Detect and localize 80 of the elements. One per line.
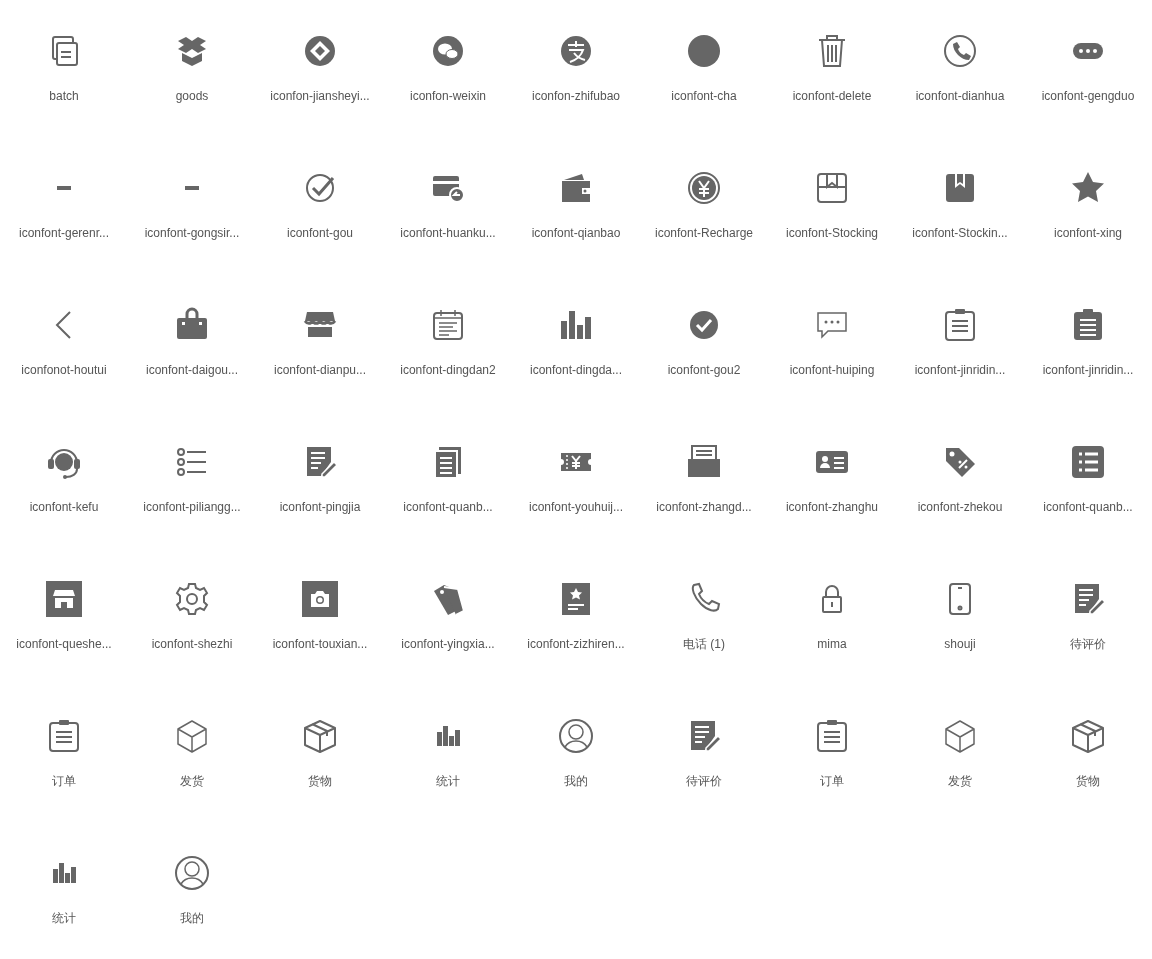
icon-label: batch <box>49 88 79 104</box>
icon-label: iconfont-zhanghu <box>785 499 879 515</box>
icon-label: iconfont-shezhi <box>151 636 233 652</box>
icon-label: 统计 <box>52 910 76 926</box>
icon-label: iconfont-jinridin... <box>1042 362 1134 378</box>
icon-label: 我的 <box>180 910 204 926</box>
icon-label: iconfont-dingdan2 <box>400 362 496 378</box>
icon-label: iconfont-yingxia... <box>401 636 495 652</box>
icon-label: mima <box>817 636 847 652</box>
clipboard-icon <box>46 718 82 754</box>
icon-label: 货物 <box>1076 773 1100 789</box>
box-icon <box>1070 718 1106 754</box>
icon-label: iconfont-gengduo <box>1041 88 1135 104</box>
circle-icon <box>686 33 722 69</box>
icon-label: 统计 <box>436 773 460 789</box>
icon-label: 待评价 <box>1070 636 1106 652</box>
list-box-icon <box>1070 444 1106 480</box>
inbox-tray-icon <box>686 444 722 480</box>
calendar-icon <box>430 307 466 343</box>
cube-icon <box>942 718 978 754</box>
icon-label: iconfont-Recharge <box>654 225 754 241</box>
chat-bubbles-icon <box>430 33 466 69</box>
icon-label: iconfont-dianpu... <box>273 362 367 378</box>
icon-label: iconfont-huanku... <box>400 225 496 241</box>
icon-label: 货物 <box>308 773 332 789</box>
icon-label: goods <box>175 88 209 104</box>
icon-label: iconfont-dianhua <box>915 88 1005 104</box>
icon-label: iconfont-pingjia <box>279 499 361 515</box>
icon-label: iconfont-piliangg... <box>143 499 241 515</box>
bookmark-box-icon <box>814 170 850 206</box>
icon-label: iconfont-zizhiren... <box>527 636 625 652</box>
clipboard-icon <box>814 718 850 754</box>
icon-label: 我的 <box>564 773 588 789</box>
icon-label: 电话 (1) <box>683 636 725 652</box>
box-icon <box>302 718 338 754</box>
shop-square-icon <box>46 581 82 617</box>
icon-label: iconfont-youhuij... <box>528 499 624 515</box>
icon-label: 待评价 <box>686 773 722 789</box>
icon-label: iconfont-delete <box>792 88 872 104</box>
icon-label: iconfon-jiansheyi... <box>270 88 370 104</box>
clipboard-icon <box>942 307 978 343</box>
icon-label: iconfont-Stockin... <box>912 225 1008 241</box>
icon-label: iconfont-Stocking <box>785 225 879 241</box>
icon-label: 订单 <box>820 773 844 789</box>
icon-label: iconfont-touxian... <box>272 636 368 652</box>
icon-label: iconfont-gou2 <box>667 362 741 378</box>
icon-label: iconfont-xing <box>1053 225 1122 241</box>
user-circle-icon <box>558 718 594 754</box>
icon-label: iconfont-zhekou <box>917 499 1003 515</box>
icon-label: iconfont-gerenr... <box>18 225 110 241</box>
icon-label: iconfont-zhangd... <box>656 499 752 515</box>
icon-label: iconfont-dingda... <box>529 362 623 378</box>
icon-label: iconfont-cha <box>671 88 737 104</box>
icon-label: iconfon-weixin <box>409 88 486 104</box>
icon-label: iconfont-jinridin... <box>914 362 1006 378</box>
icon-label: iconfont-quanb... <box>1043 499 1133 515</box>
diamond-circle-icon <box>302 33 338 69</box>
user-circle-icon <box>174 855 210 891</box>
icon-label: 发货 <box>948 773 972 789</box>
icon-label: iconfont-gou <box>286 225 353 241</box>
icon-label: iconfont-gongsir... <box>144 225 240 241</box>
phone-circle-icon <box>942 33 978 69</box>
yen-circle-icon <box>686 170 722 206</box>
icon-label: iconfon-zhifubao <box>531 88 621 104</box>
settings-icon <box>174 581 210 617</box>
icon-label: iconfont-quanb... <box>403 499 493 515</box>
icon-label: 订单 <box>52 773 76 789</box>
dash-icon <box>185 186 199 190</box>
icon-label: iconfont-daigou... <box>145 362 239 378</box>
icon-label: shouji <box>944 636 976 652</box>
cube-icon <box>174 718 210 754</box>
icon-label: iconfonot-houtui <box>21 362 107 378</box>
icon-label: 发货 <box>180 773 204 789</box>
icon-label: iconfont-queshe... <box>16 636 112 652</box>
icon-label: iconfont-kefu <box>29 499 99 515</box>
camera-square-icon <box>302 581 338 617</box>
dash-icon <box>57 186 71 190</box>
icon-label: iconfont-qianbao <box>531 225 621 241</box>
icon-label: iconfont-huiping <box>789 362 875 378</box>
pay-circle-icon <box>558 33 594 69</box>
